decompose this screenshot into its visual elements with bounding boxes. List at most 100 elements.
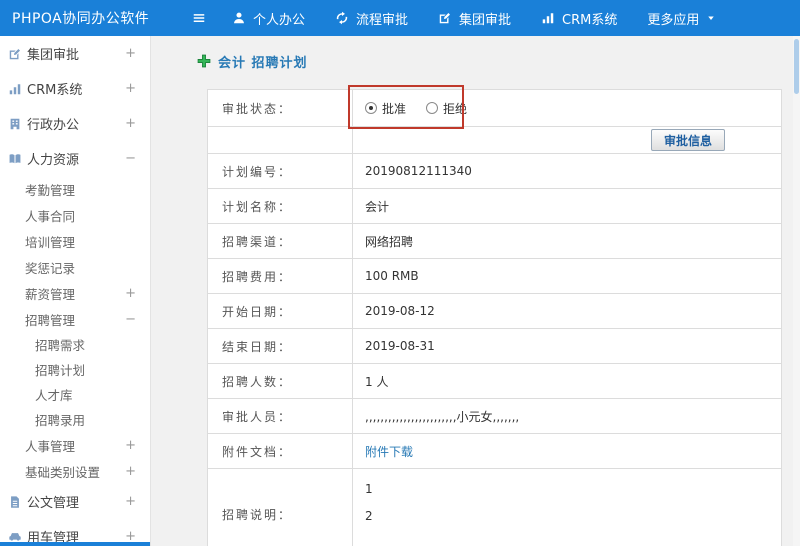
chart-icon bbox=[8, 82, 22, 96]
expander-icon[interactable]: + bbox=[125, 438, 136, 453]
field-row-recruit-channel: 招聘渠道： 网络招聘 bbox=[208, 224, 781, 259]
field-label-plan-name: 计划名称： bbox=[208, 189, 353, 223]
chart-icon bbox=[541, 11, 555, 25]
topnav-personal-office[interactable]: 个人办公 bbox=[232, 9, 305, 28]
field-value-approvers: ,,,,,,,,,,,,,,,,,,,,,,,,小元女,,,,,,, bbox=[365, 409, 520, 424]
field-value-start-date: 2019-08-12 bbox=[365, 304, 435, 318]
field-label-recruit-cost: 招聘费用： bbox=[208, 259, 353, 293]
topnav-label-more-apps: 更多应用 bbox=[647, 12, 700, 28]
field-value-plan-number: 20190812111340 bbox=[365, 164, 472, 178]
field-value-recruit-channel: 网络招聘 bbox=[365, 234, 414, 249]
person-icon bbox=[232, 11, 246, 25]
sidebar-item-label: 人才库 bbox=[35, 388, 73, 403]
sidebar-item-label: 人事合同 bbox=[25, 208, 76, 224]
scrollbar-thumb[interactable] bbox=[794, 39, 799, 94]
sidebar-item-base-category[interactable]: 基础类别设置 + bbox=[0, 458, 150, 484]
sidebar-item-salary[interactable]: 薪资管理 + bbox=[0, 280, 150, 306]
expander-icon[interactable]: + bbox=[125, 81, 136, 96]
field-label-plan-number: 计划编号： bbox=[208, 154, 353, 188]
sidebar-item-label: 考勤管理 bbox=[25, 182, 76, 198]
expander-icon[interactable]: + bbox=[125, 116, 136, 131]
topnav: 个人办公 流程审批 集团审批 CRM系统 更多应用 bbox=[232, 9, 716, 28]
sidebar-item-label: 培训管理 bbox=[25, 234, 76, 250]
menu-icon[interactable] bbox=[192, 11, 206, 25]
sidebar: 集团审批 + CRM系统 + 行政办公 + 人力资源 − 考勤管理人事合同培训管理奖惩记录薪资管… bbox=[0, 36, 151, 546]
field-label-recruit-count: 招聘人数： bbox=[208, 364, 353, 398]
expander-icon[interactable]: + bbox=[125, 494, 136, 509]
field-label-approvers: 审批人员： bbox=[208, 399, 353, 433]
radio-icon-approve[interactable] bbox=[365, 102, 377, 114]
field-value-attachment: 附件下载 bbox=[353, 434, 781, 468]
field-row-attachment: 附件文档： 附件下载 bbox=[208, 434, 781, 469]
topnav-label-process-approval: 流程审批 bbox=[356, 12, 409, 28]
vertical-scrollbar[interactable] bbox=[793, 36, 800, 546]
radio-option-approve[interactable]: 批准 bbox=[365, 100, 406, 117]
approval-info-empty-label bbox=[208, 127, 353, 153]
add-icon bbox=[197, 54, 211, 68]
sidebar-item-hr-contract[interactable]: 人事合同 bbox=[0, 202, 150, 228]
expander-icon[interactable]: − bbox=[125, 312, 136, 327]
radio-option-reject[interactable]: 拒绝 bbox=[426, 100, 467, 117]
topnav-more-apps[interactable]: 更多应用 bbox=[647, 9, 716, 28]
radio-label-approve: 批准 bbox=[382, 101, 407, 116]
building-icon bbox=[8, 117, 22, 131]
sidebar-item-label: 招聘需求 bbox=[35, 338, 86, 353]
sidebar-horizontal-scrollbar[interactable] bbox=[0, 542, 150, 546]
app-logo: PHPOA协同办公软件 bbox=[12, 11, 150, 27]
sidebar-item-label: 行政办公 bbox=[27, 118, 80, 133]
sidebar-item-personnel-mgmt[interactable]: 人事管理 + bbox=[0, 432, 150, 458]
topnav-crm[interactable]: CRM系统 bbox=[541, 9, 617, 28]
approval-info-row: 审批信息 bbox=[208, 127, 781, 154]
field-value-plan-name: 会计 bbox=[365, 199, 390, 214]
topnav-process-approval[interactable]: 流程审批 bbox=[335, 9, 408, 28]
approval-status-options: 批准 拒绝 bbox=[353, 90, 781, 126]
sidebar-item-label: 薪资管理 bbox=[25, 286, 76, 302]
field-row-plan-number: 计划编号： 20190812111340 bbox=[208, 154, 781, 189]
page-header: 会计 招聘计划 bbox=[197, 50, 800, 72]
sidebar-item-label: CRM系统 bbox=[27, 83, 83, 98]
sidebar-item-label: 集团审批 bbox=[27, 48, 80, 63]
edit-icon bbox=[8, 47, 22, 61]
sidebar-item-recruit-demand[interactable]: 招聘需求 bbox=[0, 332, 150, 357]
sidebar-item-label: 招聘录用 bbox=[35, 413, 86, 428]
field-row-description: 招聘说明： 1 2 bbox=[208, 469, 781, 546]
field-row-recruit-cost: 招聘费用： 100 RMB bbox=[208, 259, 781, 294]
radio-icon-reject[interactable] bbox=[426, 102, 439, 114]
sidebar-item-label: 奖惩记录 bbox=[25, 260, 76, 276]
field-row-start-date: 开始日期： 2019-08-12 bbox=[208, 294, 781, 329]
sidebar-item-recruit-mgmt[interactable]: 招聘管理 − bbox=[0, 306, 150, 332]
sidebar-item-recruit-plan[interactable]: 招聘计划 bbox=[0, 357, 150, 382]
page-title: 会计 招聘计划 bbox=[218, 55, 308, 71]
sidebar-item-training[interactable]: 培训管理 bbox=[0, 228, 150, 254]
expander-icon[interactable]: + bbox=[125, 464, 136, 479]
attachment-download-link[interactable]: 附件下载 bbox=[365, 443, 413, 460]
field-value-recruit-count: 1 人 bbox=[365, 374, 389, 389]
field-label-attachment: 附件文档： bbox=[208, 434, 353, 468]
approval-info-cell: 审批信息 bbox=[353, 127, 781, 153]
main-content: 会计 招聘计划 审批状态： 批准 拒绝 审批信息 计划编号： 20190812111340… bbox=[151, 36, 800, 546]
recruitment-plan-form: 审批状态： 批准 拒绝 审批信息 计划编号： 20190812111340 计划名称： 会计招… bbox=[207, 85, 782, 546]
sidebar-item-crm[interactable]: CRM系统 + bbox=[0, 71, 150, 106]
field-value-recruit-cost: 100 RMB bbox=[365, 269, 419, 283]
sidebar-item-admin-office[interactable]: 行政办公 + bbox=[0, 106, 150, 141]
field-value-description: 1 2 bbox=[365, 482, 373, 523]
expander-icon[interactable]: − bbox=[125, 151, 136, 166]
topnav-label-personal-office: 个人办公 bbox=[253, 12, 306, 28]
sidebar-item-rewards[interactable]: 奖惩记录 bbox=[0, 254, 150, 280]
sidebar-item-hr[interactable]: 人力资源 − bbox=[0, 141, 150, 176]
topbar: PHPOA协同办公软件 个人办公 流程审批 集团审批 CRM系统 更多应用 bbox=[0, 0, 800, 36]
book-icon bbox=[8, 152, 22, 166]
expander-icon[interactable]: + bbox=[125, 286, 136, 301]
field-label-description: 招聘说明： bbox=[208, 469, 353, 546]
topnav-group-approval[interactable]: 集团审批 bbox=[438, 9, 511, 28]
sidebar-item-group-approval[interactable]: 集团审批 + bbox=[0, 36, 150, 71]
sidebar-item-attendance[interactable]: 考勤管理 bbox=[0, 176, 150, 202]
sidebar-item-label: 基础类别设置 bbox=[25, 464, 101, 480]
field-row-recruit-count: 招聘人数： 1 人 bbox=[208, 364, 781, 399]
approval-info-button[interactable]: 审批信息 bbox=[650, 129, 725, 151]
expander-icon[interactable]: + bbox=[125, 46, 136, 61]
sidebar-item-recruit-hire[interactable]: 招聘录用 bbox=[0, 407, 150, 432]
sidebar-item-talent-pool[interactable]: 人才库 bbox=[0, 382, 150, 407]
sidebar-item-document-mgmt[interactable]: 公文管理 + bbox=[0, 484, 150, 519]
field-value-end-date: 2019-08-31 bbox=[365, 339, 435, 353]
